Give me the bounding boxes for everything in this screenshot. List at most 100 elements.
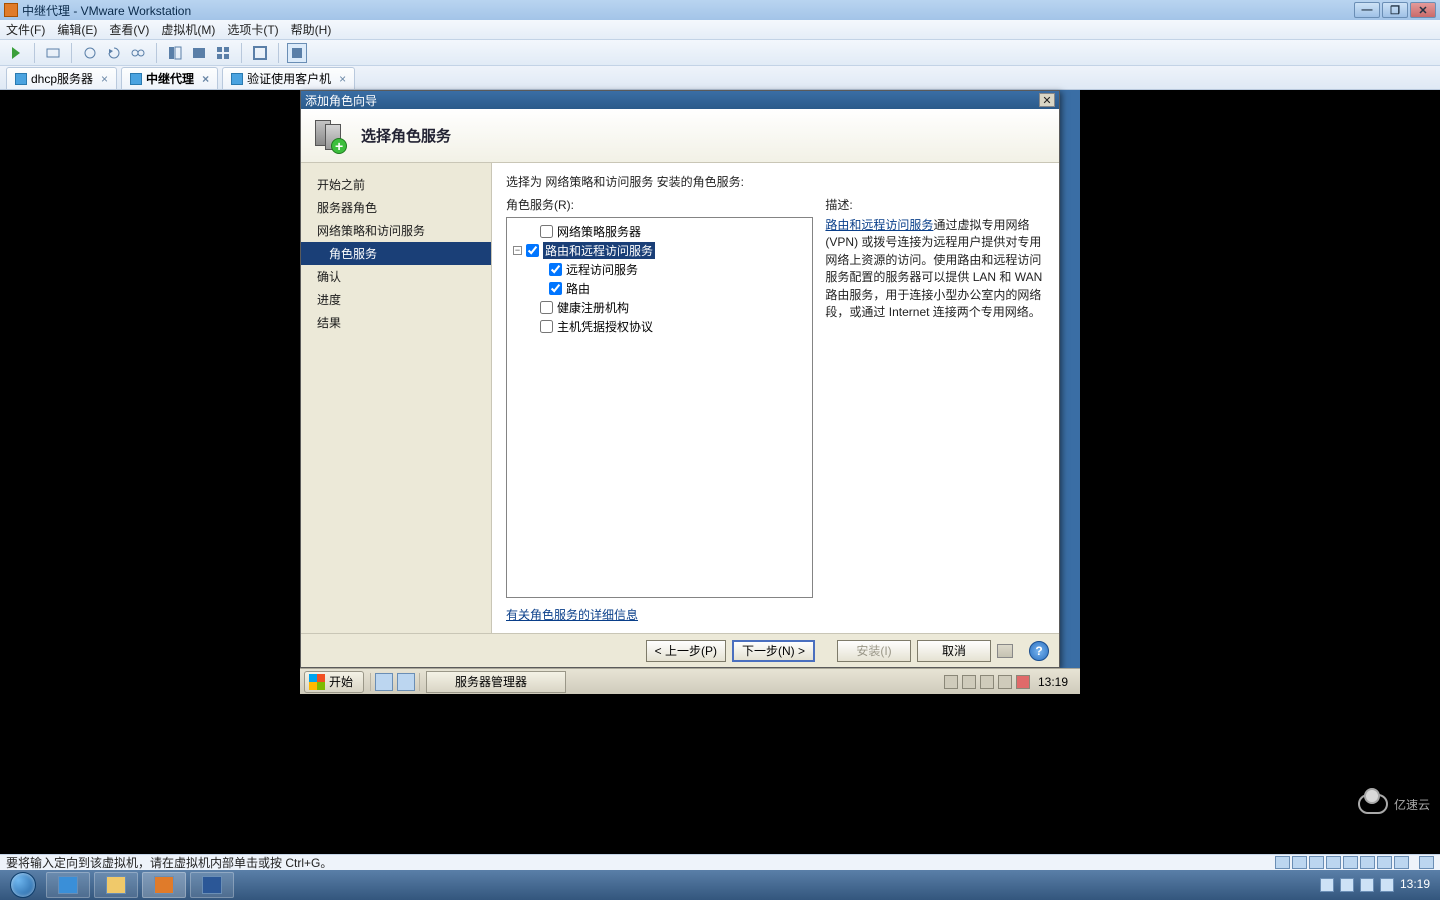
prev-button[interactable]: < 上一步(P): [646, 640, 726, 662]
unity-icon[interactable]: [165, 43, 185, 63]
cancel-button[interactable]: 取消: [917, 640, 991, 662]
nav-nps[interactable]: 网络策略和访问服务: [301, 219, 491, 242]
device-cd-icon[interactable]: [1292, 856, 1307, 869]
taskbar-word[interactable]: [190, 872, 234, 898]
collapse-icon[interactable]: −: [513, 246, 522, 255]
power-on-icon[interactable]: [6, 43, 26, 63]
add-roles-wizard: 添加角色向导 ✕ 选择角色服务 开始之前 服务器角色 网络策略和访问服务 角色服…: [300, 90, 1060, 668]
close-tab-icon[interactable]: ×: [202, 72, 209, 86]
wizard-close-button[interactable]: ✕: [1039, 93, 1055, 107]
tray-up-icon[interactable]: [1320, 878, 1334, 892]
show-desktop-icon[interactable]: [375, 673, 393, 691]
nav-before[interactable]: 开始之前: [301, 173, 491, 196]
taskbar-server-manager[interactable]: 服务器管理器: [426, 671, 566, 693]
tree-label: 网络策略服务器: [557, 223, 641, 240]
tree-node-ras[interactable]: 远程访问服务: [509, 260, 810, 279]
cloud-icon: [1358, 794, 1388, 814]
next-button[interactable]: 下一步(N) >: [732, 640, 815, 662]
tree-node-hcap[interactable]: 主机凭据授权协议: [509, 317, 810, 336]
taskbar-explorer[interactable]: [94, 872, 138, 898]
snapshot-revert-icon[interactable]: [104, 43, 124, 63]
close-tab-icon[interactable]: ×: [339, 72, 346, 86]
host-minimize-button[interactable]: —: [1354, 2, 1380, 18]
tray-icon[interactable]: [944, 675, 958, 689]
host-clock[interactable]: 13:19: [1400, 878, 1430, 891]
taskbar-label: 服务器管理器: [455, 673, 527, 690]
more-info-link-row: 有关角色服务的详细信息: [506, 606, 813, 623]
menu-file[interactable]: 文件(F): [6, 21, 45, 38]
watermark: 亿速云: [1358, 794, 1430, 814]
fullscreen-icon[interactable]: [250, 43, 270, 63]
tray-icon[interactable]: [962, 675, 976, 689]
tree-label: 远程访问服务: [566, 261, 638, 278]
vm-icon: [15, 73, 27, 85]
vm-tab-dhcp[interactable]: dhcp服务器×: [6, 67, 117, 89]
menu-vm[interactable]: 虚拟机(M): [161, 21, 215, 38]
vm-tab-client[interactable]: 验证使用客户机×: [222, 67, 355, 89]
menu-view[interactable]: 查看(V): [109, 21, 149, 38]
host-time: 13:19: [1400, 877, 1430, 891]
tray-volume-icon[interactable]: [998, 675, 1012, 689]
nav-confirm[interactable]: 确认: [301, 265, 491, 288]
tree-node-rras[interactable]: −路由和远程访问服务: [509, 241, 810, 260]
tree-node-hra[interactable]: 健康注册机构: [509, 298, 810, 317]
wizard-header-title: 选择角色服务: [361, 125, 451, 146]
tree-node-nps[interactable]: 网络策略服务器: [509, 222, 810, 241]
vmware-statusbar: 要将输入定向到该虚拟机，请在虚拟机内部单击或按 Ctrl+G。: [0, 854, 1440, 870]
menu-tabs[interactable]: 选项卡(T): [227, 21, 278, 38]
checkbox-nps[interactable]: [540, 225, 553, 238]
host-start-button[interactable]: [4, 871, 42, 899]
console-view-icon[interactable]: [189, 43, 209, 63]
role-services-tree[interactable]: 网络策略服务器 −路由和远程访问服务 远程访问服务 路由 健康注册机构 主机凭据…: [506, 217, 813, 598]
help-icon[interactable]: ?: [1029, 641, 1049, 661]
menu-edit[interactable]: 编辑(E): [57, 21, 97, 38]
snapshot-icon[interactable]: [80, 43, 100, 63]
vm-tab-relay[interactable]: 中继代理×: [121, 67, 218, 89]
device-floppy-icon[interactable]: [1309, 856, 1324, 869]
tray-network-icon[interactable]: [980, 675, 994, 689]
host-taskbar: 13:19: [0, 870, 1440, 900]
taskbar-vmware[interactable]: [142, 872, 186, 898]
tree-node-routing[interactable]: 路由: [509, 279, 810, 298]
vm-icon: [231, 73, 243, 85]
device-display-icon[interactable]: [1394, 856, 1409, 869]
nav-progress[interactable]: 进度: [301, 288, 491, 311]
tray-alert-icon[interactable]: [1016, 675, 1030, 689]
guest-clock[interactable]: 13:19: [1034, 675, 1072, 689]
send-cad-icon[interactable]: [43, 43, 63, 63]
server-manager-icon[interactable]: [397, 673, 415, 691]
vmware-menubar: 文件(F) 编辑(E) 查看(V) 虚拟机(M) 选项卡(T) 帮助(H): [0, 20, 1440, 40]
nav-results[interactable]: 结果: [301, 311, 491, 334]
device-network-icon[interactable]: [1326, 856, 1341, 869]
device-usb-icon[interactable]: [1343, 856, 1358, 869]
menu-help[interactable]: 帮助(H): [291, 21, 332, 38]
message-log-icon[interactable]: [1419, 856, 1434, 869]
nav-server-roles[interactable]: 服务器角色: [301, 196, 491, 219]
tray-volume-icon[interactable]: [1380, 878, 1394, 892]
checkbox-hcap[interactable]: [540, 320, 553, 333]
guest-start-button[interactable]: 开始: [304, 671, 364, 693]
host-maximize-button[interactable]: ❐: [1382, 2, 1408, 18]
close-tab-icon[interactable]: ×: [101, 72, 108, 86]
exclusive-mode-icon[interactable]: [287, 43, 307, 63]
guest-display-area[interactable]: 添加角色向导 ✕ 选择角色服务 开始之前 服务器角色 网络策略和访问服务 角色服…: [0, 90, 1440, 854]
device-sound-icon[interactable]: [1360, 856, 1375, 869]
snapshot-manager-icon[interactable]: [128, 43, 148, 63]
nav-role-services[interactable]: 角色服务: [301, 242, 491, 265]
checkbox-rras[interactable]: [526, 244, 539, 257]
tree-label: 主机凭据授权协议: [557, 318, 653, 335]
checkbox-hra[interactable]: [540, 301, 553, 314]
thumbnail-view-icon[interactable]: [213, 43, 233, 63]
device-hdd-icon[interactable]: [1275, 856, 1290, 869]
status-text: 要将输入定向到该虚拟机，请在虚拟机内部单击或按 Ctrl+G。: [6, 854, 332, 871]
tray-flag-icon[interactable]: [1340, 878, 1354, 892]
device-printer-icon[interactable]: [1377, 856, 1392, 869]
host-close-button[interactable]: ✕: [1410, 2, 1436, 18]
checkbox-ras[interactable]: [549, 263, 562, 276]
description-link[interactable]: 路由和远程访问服务: [825, 218, 933, 232]
more-info-link[interactable]: 有关角色服务的详细信息: [506, 608, 638, 622]
taskbar-ie[interactable]: [46, 872, 90, 898]
wizard-titlebar[interactable]: 添加角色向导 ✕: [301, 91, 1059, 109]
checkbox-routing[interactable]: [549, 282, 562, 295]
tray-network-icon[interactable]: [1360, 878, 1374, 892]
